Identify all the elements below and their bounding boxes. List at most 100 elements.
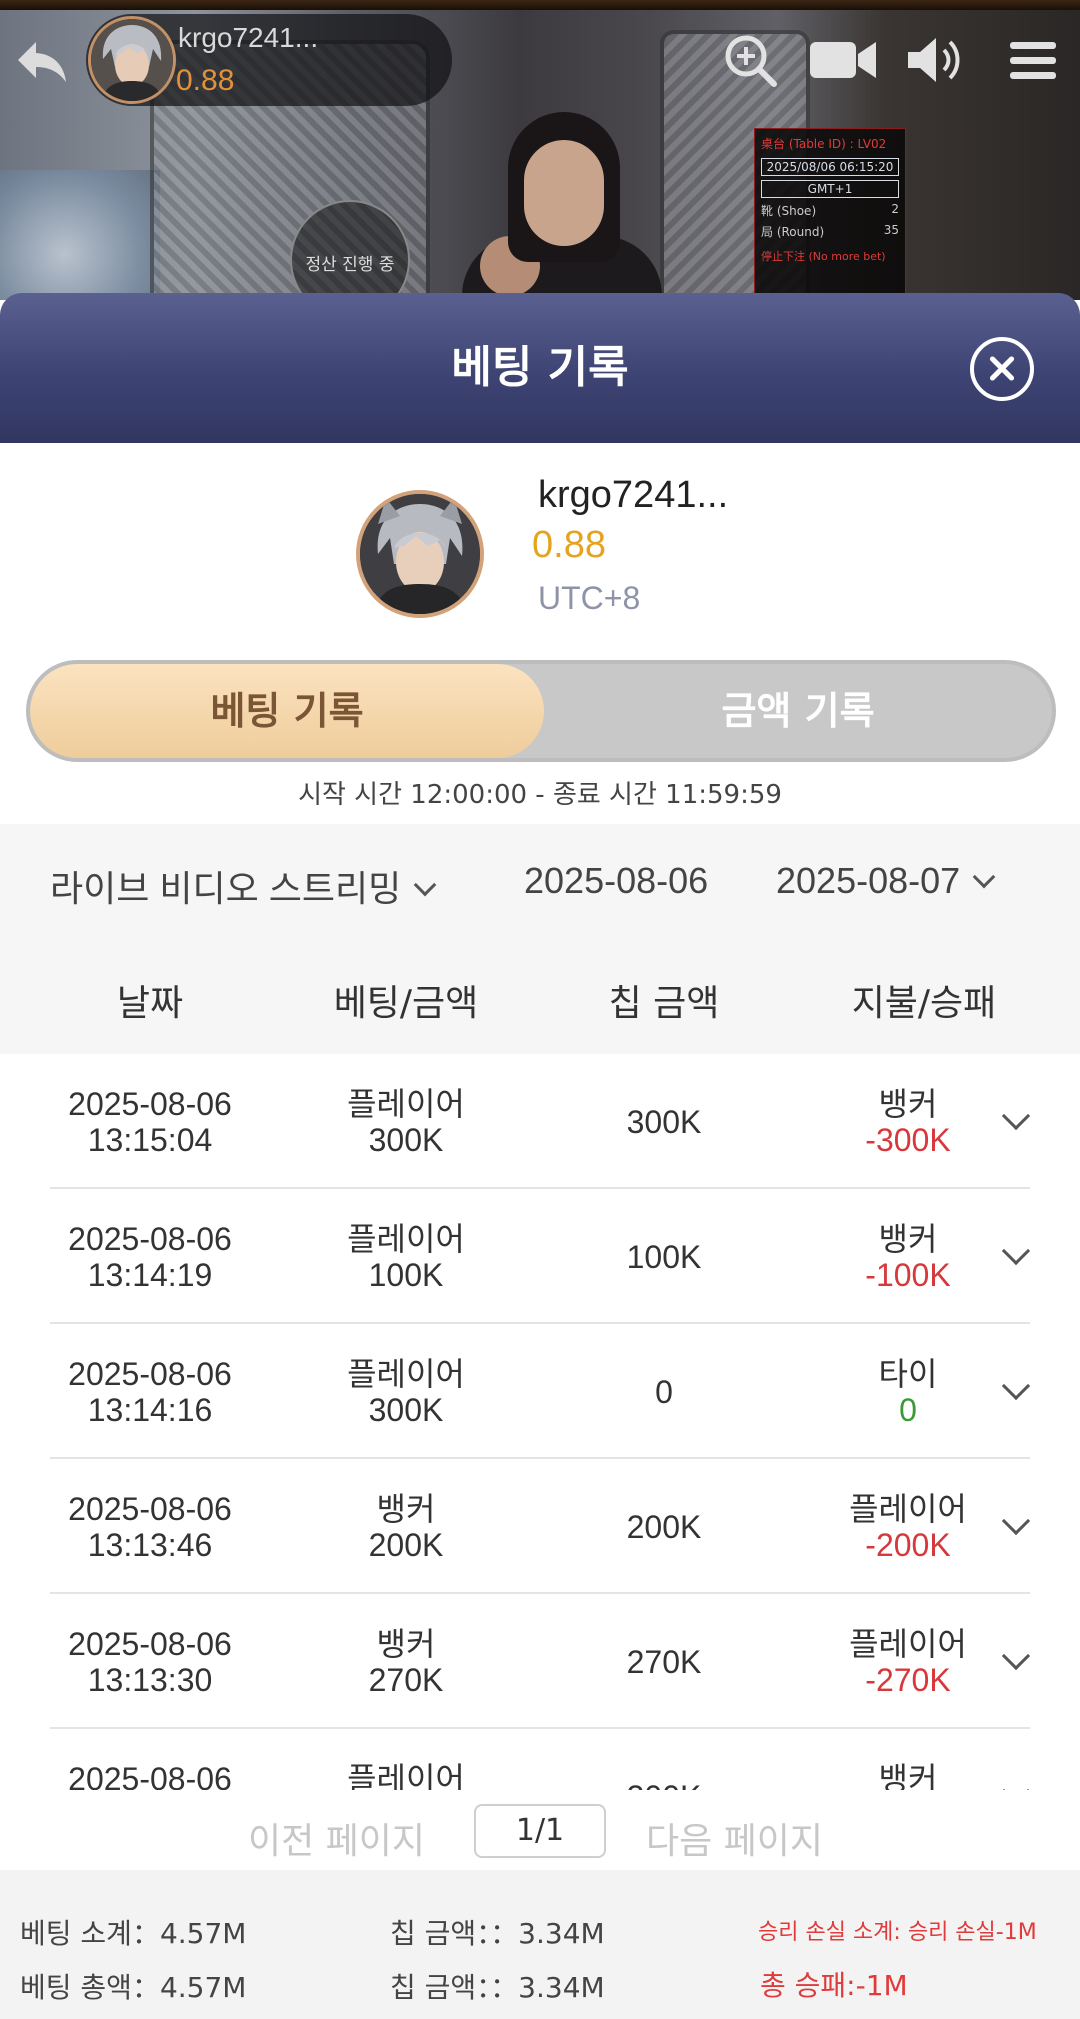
- bet-subtotal: 베팅 소계：4.57M: [20, 1917, 247, 1950]
- row-payout: 뱅커: [778, 1761, 1038, 1790]
- time-range-label: 시작 시간 12:00:00 - 종료 시간 11:59:59: [298, 780, 782, 810]
- profile-name: krgo7241...: [538, 474, 729, 516]
- player-avatar: [88, 16, 176, 104]
- row-payout-side: 타이: [878, 1356, 938, 1392]
- row-bet-side: 플레이어: [347, 1356, 465, 1392]
- row-chip: 0: [655, 1374, 673, 1410]
- pagination: 이전 페이지 1/1 다음 페이지: [0, 1800, 1080, 1870]
- row-date-day: 2025-08-06: [68, 1086, 232, 1122]
- table-row[interactable]: 2025-08-06 13:15:04 플레이어 300K 300K 뱅커 -300K: [0, 1054, 1080, 1189]
- row-date-time: 13:15:04: [87, 1122, 213, 1158]
- back-arrow-icon[interactable]: [14, 36, 70, 86]
- table-row[interactable]: 2025-08-06 13:14:19 플레이어 100K 100K 뱅커 -100K: [0, 1189, 1080, 1324]
- start-date-value: 2025-08-06: [524, 860, 709, 901]
- shoe-value: 2: [891, 202, 899, 216]
- shoe-label: 靴 (Shoe): [761, 204, 817, 218]
- row-payout: 타이 0: [778, 1356, 1038, 1428]
- video-background: [0, 170, 160, 300]
- end-date-value: 2025-08-07: [776, 860, 961, 901]
- next-page-button[interactable]: 다음 페이지: [646, 1812, 823, 1864]
- row-date-time: 13:14:19: [87, 1257, 213, 1293]
- row-winloss: -200K: [865, 1527, 951, 1563]
- start-date-picker[interactable]: 2025-08-06: [524, 860, 708, 902]
- table-row[interactable]: 2025-08-06 13:13:30 뱅커 270K 270K 플레이어 -270K: [0, 1594, 1080, 1729]
- zoom-in-icon[interactable]: [722, 30, 778, 90]
- bet-total: 베팅 총액：4.57M: [20, 1971, 247, 2004]
- row-payout: 뱅커 -100K: [778, 1221, 1038, 1293]
- filter-bar: 라이브 비디오 스트리밍 2025-08-06 2025-08-07 날짜 베팅…: [0, 824, 1080, 1054]
- row-date: 2025-08-06 13:13:46: [20, 1491, 280, 1563]
- panel-header: 베팅 기록: [0, 293, 1080, 443]
- menu-icon[interactable]: [1008, 30, 1058, 90]
- table-timezone: GMT+1: [761, 180, 899, 198]
- row-chip: 200K: [626, 1509, 702, 1545]
- table-id: 桌台 (Table ID) : LV02: [761, 137, 887, 151]
- row-bet: 뱅커 270K: [276, 1626, 536, 1698]
- row-bet: 플레이어 300K: [276, 1086, 536, 1158]
- winloss-total: 총 승패:-1M: [760, 1969, 908, 2002]
- table-info-panel: 桌台 (Table ID) : LV02 2025/08/06 06:15:20…: [754, 128, 906, 298]
- row-payout-side: 플레이어: [849, 1491, 967, 1527]
- table-row[interactable]: 2025-08-06 13:14:16 플레이어 300K 0 타이 0: [0, 1324, 1080, 1459]
- chevron-down-icon: [413, 873, 437, 897]
- row-date-day: 2025-08-06: [68, 1221, 232, 1257]
- video-camera-icon[interactable]: [808, 30, 878, 90]
- row-date: 2025-08-06 13:15:04: [20, 1086, 280, 1158]
- row-bet-side: 뱅커: [376, 1491, 436, 1527]
- table-datetime: 2025/08/06 06:15:20: [761, 158, 899, 176]
- row-bet: 플레이어 300K: [276, 1356, 536, 1428]
- row-winloss: -100K: [865, 1257, 951, 1293]
- row-bet: 플레이어 100K: [276, 1221, 536, 1293]
- row-bet-side: 플레이어: [347, 1086, 465, 1122]
- record-tabs: 베팅 기록 금액 기록: [26, 660, 1056, 762]
- row-bet-amount: 100K: [368, 1257, 444, 1293]
- row-chip: 100K: [626, 1239, 702, 1275]
- end-date-picker[interactable]: 2025-08-07: [776, 860, 996, 902]
- page-indicator: 1/1: [474, 1804, 606, 1858]
- game-type-dropdown[interactable]: 라이브 비디오 스트리밍: [50, 860, 437, 912]
- chevron-down-icon: [972, 865, 996, 889]
- row-bet-side: 플레이어: [347, 1761, 465, 1790]
- row-payout: 뱅커 -300K: [778, 1086, 1038, 1158]
- shoe-row: 靴 (Shoe) 2: [761, 202, 899, 219]
- close-icon[interactable]: [970, 337, 1034, 401]
- prev-page-button[interactable]: 이전 페이지: [248, 1812, 425, 1864]
- row-bet: 플레이어: [276, 1761, 536, 1790]
- row-bet-amount: 200K: [368, 1527, 444, 1563]
- table-row[interactable]: 2025-08-06 13:13:46 뱅커 200K 200K 플레이어 -200K: [0, 1459, 1080, 1594]
- row-payout-side: 뱅커: [878, 1086, 938, 1122]
- player-balance: 0.88: [176, 64, 235, 97]
- tab-bet-record[interactable]: 베팅 기록: [30, 664, 544, 758]
- row-date-day: 2025-08-06: [68, 1626, 232, 1662]
- live-video-area: krgo7241... 0.88 정산 진행 중 桌台 (Table ID) :…: [0, 0, 1080, 300]
- profile-avatar: [356, 490, 484, 618]
- column-header-chip: 칩 금액: [608, 983, 720, 1024]
- row-date-day: 2025-08-06: [68, 1491, 232, 1527]
- row-date: 2025-08-06 13:14:19: [20, 1221, 280, 1293]
- row-chip: 270K: [626, 1644, 702, 1680]
- speaker-icon[interactable]: [904, 30, 970, 90]
- row-date-day: 2025-08-06: [68, 1356, 232, 1392]
- row-chip: 300K: [534, 1779, 794, 1790]
- row-payout-side: 플레이어: [849, 1626, 967, 1662]
- row-chip: 300K: [626, 1104, 702, 1140]
- table-row[interactable]: 2025-08-06 플레이어 300K 뱅커: [0, 1729, 1080, 1790]
- panel-title: 베팅 기록: [451, 342, 629, 393]
- row-bet-amount: 270K: [368, 1662, 444, 1698]
- row-winloss: -270K: [865, 1662, 951, 1698]
- tab-amount-record[interactable]: 금액 기록: [544, 664, 1052, 758]
- winloss-subtotal: 승리 손실 소계: 승리 손실-1M: [758, 1920, 1037, 1945]
- round-row: 局 (Round) 35: [761, 223, 899, 240]
- game-type-value: 라이브 비디오 스트리밍: [50, 868, 402, 909]
- chip-total: 칩 금액：：3.34M: [390, 1971, 605, 2004]
- summary-bar: 베팅 소계：4.57M 칩 금액：：3.34M 승리 손실 소계: 승리 손실-…: [0, 1870, 1080, 2019]
- row-bet-amount: 300K: [368, 1122, 444, 1158]
- round-value: 35: [883, 223, 899, 237]
- player-info-pill: krgo7241... 0.88: [86, 14, 452, 106]
- column-header-bet: 베팅/금액: [333, 983, 479, 1024]
- row-date-time: 13:14:16: [87, 1392, 213, 1428]
- bet-record-list: 2025-08-06 13:15:04 플레이어 300K 300K 뱅커 -300K…: [0, 1054, 1080, 1790]
- row-date: 2025-08-06: [20, 1761, 280, 1790]
- row-bet-side: 플레이어: [347, 1221, 465, 1257]
- row-bet: 뱅커 200K: [276, 1491, 536, 1563]
